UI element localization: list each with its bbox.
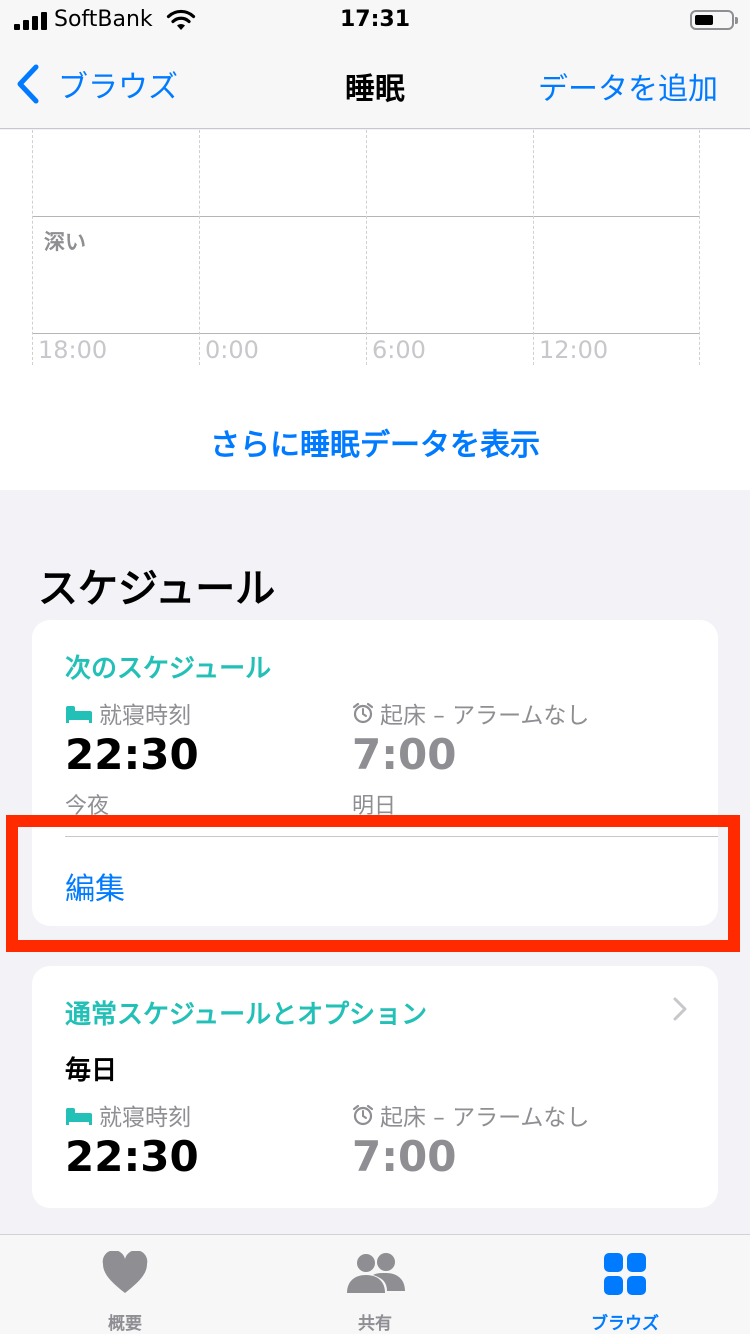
next-schedule-heading: 次のスケジュール <box>65 654 272 684</box>
add-data-button[interactable]: データを追加 <box>538 64 718 108</box>
bedtime-label: 就寝時刻 <box>65 696 191 730</box>
wake-label: 起床 – アラームなし <box>352 696 589 730</box>
alarm-clock-icon <box>352 702 374 724</box>
grid-icon <box>604 1253 646 1295</box>
wake-value: 7:00 <box>352 730 457 779</box>
wake-value: 7:00 <box>352 1132 457 1181</box>
chevron-right-icon <box>673 997 687 1021</box>
status-bar: SoftBank 17:31 <box>0 0 750 40</box>
sleep-chart-section: 深い 18:00 0:00 6:00 12:00 さらに睡眠データを表示 <box>0 130 750 490</box>
tab-browse[interactable]: ブラウズ <box>500 1235 750 1334</box>
x-tick-label: 12:00 <box>539 336 609 364</box>
schedule-frequency: 毎日 <box>65 1056 118 1086</box>
battery-icon <box>690 10 738 30</box>
grid-line <box>533 130 534 365</box>
x-tick-label: 0:00 <box>205 336 259 364</box>
nav-bar: ブラウズ 睡眠 データを追加 <box>0 40 750 129</box>
tab-bar: 概要 共有 ブラウズ <box>0 1234 750 1334</box>
sleep-stage-chart: 深い 18:00 0:00 6:00 12:00 <box>32 130 700 365</box>
grid-line <box>366 130 367 365</box>
wake-label: 起床 – アラームなし <box>352 1098 589 1132</box>
bed-icon <box>66 1108 92 1125</box>
bed-icon <box>66 706 92 723</box>
status-time: 17:31 <box>339 7 411 32</box>
grid-line <box>699 130 700 365</box>
show-more-sleep-data-link[interactable]: さらに睡眠データを表示 <box>0 420 750 464</box>
bedtime-label: 就寝時刻 <box>65 1098 191 1132</box>
bedtime-value: 22:30 <box>65 730 199 779</box>
tab-summary[interactable]: 概要 <box>0 1235 250 1334</box>
tab-sharing[interactable]: 共有 <box>250 1235 500 1334</box>
grid-line <box>199 130 200 365</box>
x-tick-label: 6:00 <box>372 336 426 364</box>
schedule-section-title: スケジュール <box>38 566 276 612</box>
alarm-clock-icon <box>352 1104 374 1126</box>
highlight-annotation <box>6 815 740 952</box>
bedtime-value: 22:30 <box>65 1132 199 1181</box>
x-tick-label: 18:00 <box>38 336 108 364</box>
regular-schedule-heading: 通常スケジュールとオプション <box>65 1000 428 1030</box>
heart-icon <box>102 1251 148 1293</box>
grid-line <box>32 130 33 365</box>
people-icon <box>347 1253 405 1293</box>
stage-label-deep: 深い <box>44 230 86 254</box>
regular-schedule-card[interactable]: 通常スケジュールとオプション 毎日 就寝時刻 22:30 起床 – アラームなし… <box>32 966 718 1208</box>
